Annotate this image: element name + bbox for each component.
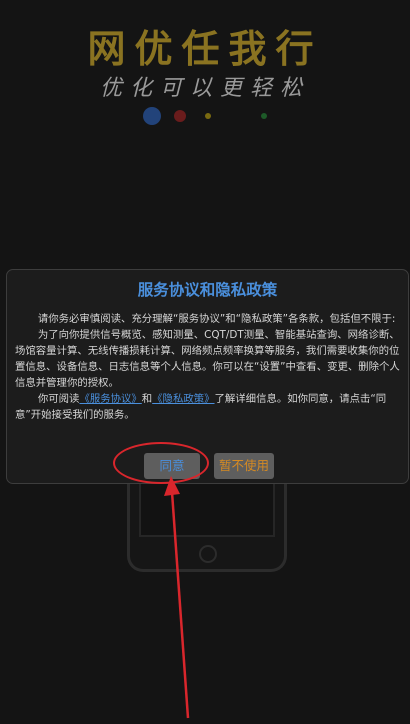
arrow-head — [164, 476, 180, 496]
arrow-shaft — [170, 491, 190, 719]
annotation-arrow — [164, 476, 190, 719]
